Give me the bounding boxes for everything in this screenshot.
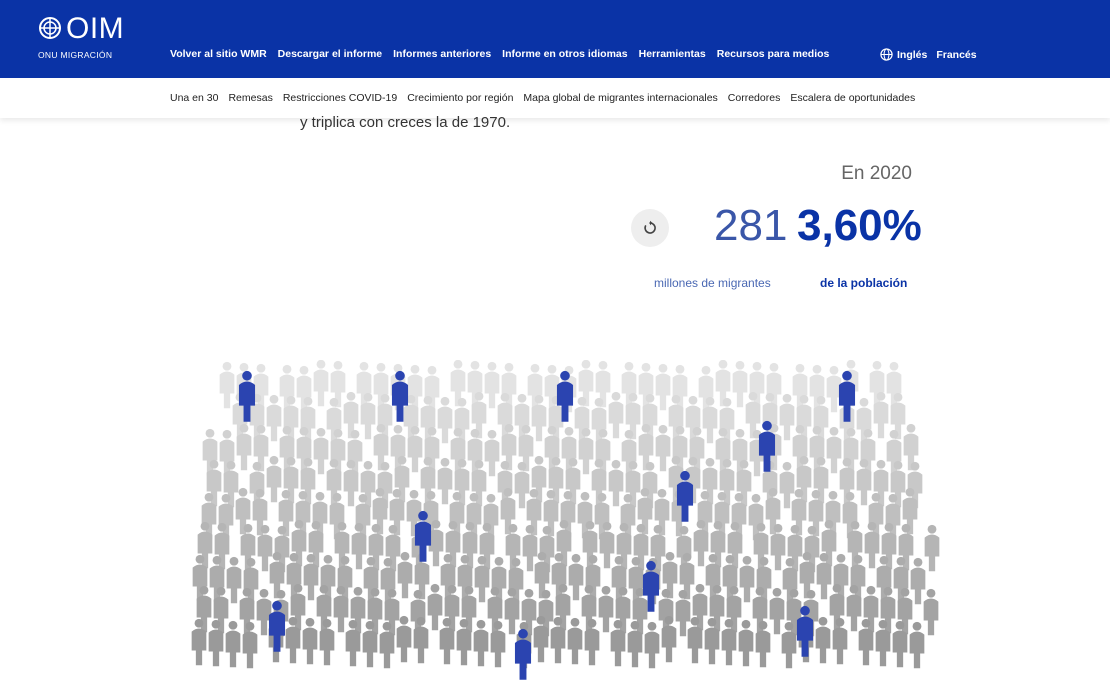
- crowd-person: [427, 583, 443, 631]
- logo-text: OIM: [66, 12, 125, 45]
- crowd-person: [826, 426, 842, 474]
- crowd-person: [909, 621, 925, 669]
- section-nav-bar: Una en 30 Remesas Restricciones COVID-19…: [0, 80, 1110, 118]
- section-nav: Una en 30 Remesas Restricciones COVID-19…: [170, 92, 915, 104]
- language-nav: Inglés Francés: [880, 48, 977, 61]
- crowd-person: [484, 361, 500, 409]
- crowd-person: [910, 557, 926, 605]
- crowd-person: [815, 616, 831, 664]
- crowd-person: [567, 617, 583, 665]
- subnav-restricciones-covid[interactable]: Restricciones COVID-19: [283, 92, 397, 104]
- year-label: En 2020: [841, 163, 912, 184]
- crowd-person: [225, 620, 241, 668]
- crowd-person: [484, 429, 500, 477]
- subnav-remesas[interactable]: Remesas: [228, 92, 272, 104]
- crowd-person: [437, 396, 453, 444]
- crowd-person: [266, 394, 282, 442]
- crowd-person: [739, 555, 755, 603]
- crowd-person: [655, 424, 671, 472]
- crowd-person: [766, 362, 782, 410]
- crowd-person: [655, 363, 671, 411]
- crowd-person: [226, 556, 242, 604]
- crowd-person: [833, 553, 849, 601]
- top-header: OIM ONU MIGRACIÓN Volver al sitio WMR De…: [0, 0, 1110, 78]
- crowd-person: [396, 615, 412, 663]
- crowd-person: [779, 393, 795, 441]
- nav-informes-anteriores[interactable]: Informes anteriores: [393, 48, 491, 60]
- crowd-person: [320, 554, 336, 602]
- oim-logo[interactable]: OIM ONU MIGRACIÓN: [38, 12, 128, 64]
- crowd-person: [219, 361, 235, 409]
- subnav-crecimiento-region[interactable]: Crecimiento por región: [407, 92, 513, 104]
- nav-herramientas[interactable]: Herramientas: [639, 48, 706, 60]
- population-percentage: 3,60%: [797, 201, 922, 250]
- subnav-escalera-oportunidades[interactable]: Escalera de oportunidades: [790, 92, 915, 104]
- lang-ingles[interactable]: Inglés: [897, 49, 927, 61]
- crowd-person: [608, 391, 624, 439]
- crowd-person: [732, 360, 748, 408]
- nav-descargar-informe[interactable]: Descargar el informe: [278, 48, 382, 60]
- crowd-illustration: [191, 360, 940, 680]
- nav-recursos-medios[interactable]: Recursos para medios: [717, 48, 830, 60]
- crowd-person: [253, 363, 269, 411]
- subnav-una-en-30[interactable]: Una en 30: [170, 92, 218, 104]
- migrants-count: 281: [714, 201, 788, 250]
- crowd-person: [437, 457, 453, 505]
- crowd-person: [644, 621, 660, 669]
- crowd-person: [924, 524, 940, 572]
- body-text-truncated: y triplica con creces la de 1970.: [300, 114, 511, 131]
- crowd-person: [266, 455, 282, 503]
- subnav-corredores[interactable]: Corredores: [728, 92, 781, 104]
- crowd-person: [738, 619, 754, 667]
- migrants-count-label: millones de migrantes: [654, 276, 771, 290]
- crowd-person: [313, 427, 329, 475]
- crowd-person: [424, 365, 440, 413]
- nav-informe-otros-idiomas[interactable]: Informe en otros idiomas: [502, 48, 627, 60]
- crowd-person: [598, 585, 614, 633]
- crowd-person: [923, 588, 939, 636]
- crowd-person: [302, 617, 318, 665]
- un-globe-icon: [39, 17, 61, 39]
- logo-subtitle: ONU MIGRACIÓN: [38, 50, 113, 60]
- crowd-person: [568, 553, 584, 601]
- replay-icon: [644, 220, 656, 234]
- nav-volver-sitio[interactable]: Volver al sitio WMR: [170, 48, 267, 60]
- crowd-person: [672, 364, 688, 412]
- crowd-person: [501, 362, 517, 410]
- crowd-person: [608, 459, 624, 507]
- globe-icon: [880, 48, 893, 61]
- crowd-person: [491, 556, 507, 604]
- crowd-person: [749, 361, 765, 409]
- crowd-person: [397, 551, 413, 599]
- main-nav: Volver al sitio WMR Descargar el informe…: [170, 48, 829, 60]
- subnav-mapa-global[interactable]: Mapa global de migrantes internacionales: [523, 92, 717, 104]
- lang-frances[interactable]: Francés: [936, 49, 976, 61]
- crowd-person: [769, 587, 785, 635]
- crowd-person: [473, 619, 489, 667]
- crowd-person: [407, 364, 423, 412]
- population-percentage-label: de la población: [820, 276, 908, 290]
- replay-button[interactable]: [631, 209, 669, 247]
- crowd-person: [313, 360, 329, 407]
